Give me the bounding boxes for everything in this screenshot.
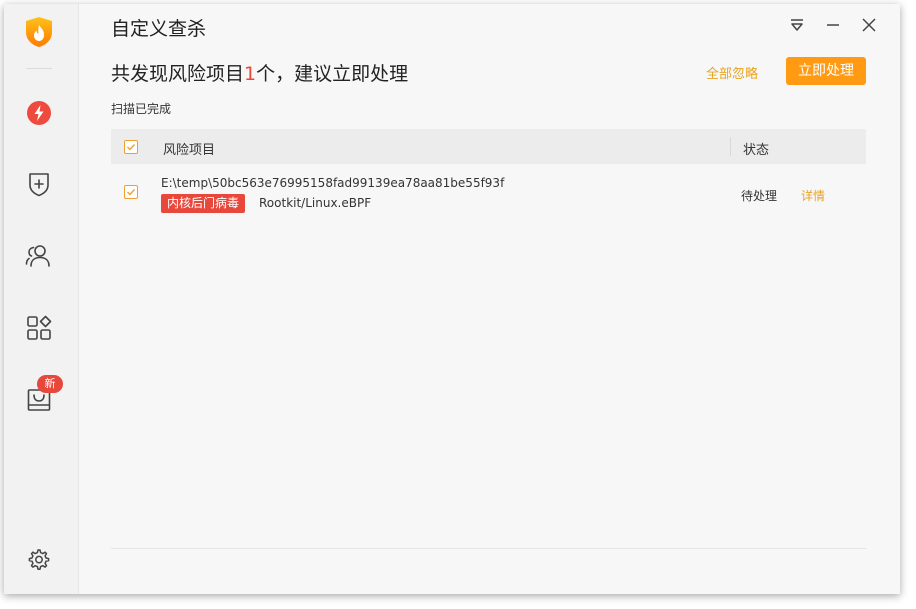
details-link[interactable]: 详情 [801, 187, 825, 204]
new-badge: 新 [37, 375, 63, 393]
window-controls [786, 14, 880, 36]
column-divider [730, 137, 731, 156]
row-checkbox[interactable] [124, 185, 138, 199]
main-panel: 自定义查杀 共发现风险项目1个，建议立即处理 全部忽略 立即处理 扫描已完成 风… [79, 4, 900, 594]
app-window: 新 自定义查杀 共发现风险项目1个，建议立即处理 全部忽略 立即处理 扫描已完成… [4, 4, 900, 594]
window-title: 自定义查杀 [111, 18, 207, 40]
select-all-checkbox[interactable] [124, 140, 138, 154]
handle-now-button[interactable]: 立即处理 [786, 57, 866, 85]
headline-suffix: 个，建议立即处理 [256, 63, 409, 85]
gear-icon [28, 549, 50, 570]
sidebar-item-scan[interactable] [21, 95, 57, 131]
minimize-icon [827, 24, 839, 26]
row-status: 待处理 [741, 189, 778, 203]
menu-dropdown-icon [791, 19, 803, 31]
minimize-button[interactable] [822, 14, 844, 36]
virus-name: Rootkit/Linux.eBPF [259, 196, 372, 210]
column-header-name: 风险项目 [163, 143, 216, 158]
check-icon [127, 189, 136, 196]
lightning-icon [27, 101, 51, 125]
result-headline: 共发现风险项目1个，建议立即处理 [111, 59, 408, 86]
shield-plus-icon [29, 173, 49, 197]
menu-button[interactable] [786, 14, 808, 36]
file-path: E:\temp\50bc563e76995158fad99139ea78aa81… [161, 176, 505, 190]
close-icon [862, 18, 876, 32]
table-row: E:\temp\50bc563e76995158fad99139ea78aa81… [111, 164, 866, 224]
sidebar-item-apps[interactable] [21, 310, 57, 346]
scan-status: 扫描已完成 [111, 102, 172, 116]
settings-button[interactable] [21, 542, 57, 578]
headline-prefix: 共发现风险项目 [111, 63, 245, 85]
threat-type-badge: 内核后门病毒 [161, 194, 246, 213]
close-button[interactable] [858, 14, 880, 36]
apps-grid-icon [27, 315, 52, 340]
flame-shield-logo-icon [24, 16, 54, 48]
sidebar: 新 [4, 4, 79, 594]
risk-table: 风险项目 状态 E:\temp\50bc563e76995158fad99139… [111, 129, 866, 224]
users-icon [25, 245, 50, 267]
sidebar-item-users[interactable] [21, 238, 57, 274]
sidebar-divider [26, 68, 52, 69]
risk-count: 1 [244, 63, 257, 85]
footer-divider [111, 548, 866, 549]
table-header: 风险项目 状态 [111, 129, 866, 164]
sidebar-item-protection[interactable] [21, 166, 57, 202]
check-icon [127, 144, 136, 151]
column-header-status: 状态 [743, 143, 770, 158]
ignore-all-link[interactable]: 全部忽略 [706, 63, 758, 82]
